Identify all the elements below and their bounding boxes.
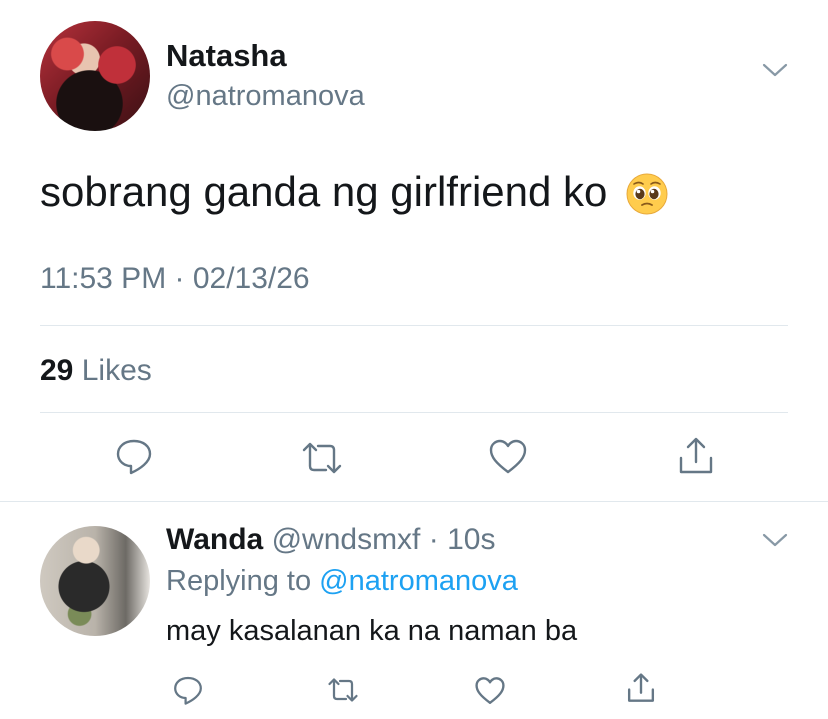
reply-author-avatar[interactable] [40, 526, 150, 636]
likes-number: 29 [40, 354, 74, 387]
divider [40, 325, 788, 326]
divider [40, 412, 788, 413]
replying-to-mention[interactable]: @natromanova [319, 565, 518, 597]
tweet-text-content: sobrang ganda ng girlfriend ko [40, 168, 608, 215]
reply-icon[interactable] [172, 674, 204, 711]
chevron-down-icon[interactable] [762, 530, 788, 550]
author-handle[interactable]: @natromanova [166, 80, 365, 113]
reply-author-name[interactable]: Wanda [166, 523, 263, 556]
like-icon[interactable] [488, 438, 528, 481]
author-avatar[interactable] [40, 21, 150, 131]
tweet-timestamp: 11:53 PM · 02/13/26 [40, 262, 310, 295]
tweet-text: sobrang ganda ng girlfriend ko [40, 168, 669, 216]
reply-header: Wanda @wndsmxf · 10s [166, 523, 495, 557]
share-icon[interactable] [626, 672, 656, 709]
replying-to-label: Replying to [166, 565, 312, 597]
retweet-icon[interactable] [326, 675, 360, 710]
likes-label: Likes [81, 354, 152, 387]
likes-count[interactable]: 29 Likes [40, 354, 152, 388]
share-icon[interactable] [677, 436, 715, 481]
author-name[interactable]: Natasha [166, 38, 287, 74]
pleading-face-emoji-icon [625, 172, 669, 216]
reply-author-handle[interactable]: @wndsmxf [272, 523, 421, 556]
like-icon[interactable] [474, 676, 506, 711]
replying-to: Replying to @natromanova [166, 565, 518, 598]
reply-separator: · [428, 523, 439, 556]
divider [0, 501, 828, 502]
retweet-icon[interactable] [300, 438, 344, 483]
reply-icon[interactable] [114, 436, 154, 481]
chevron-down-icon[interactable] [762, 60, 788, 80]
reply-time: 10s [447, 523, 496, 556]
reply-text: may kasalanan ka na naman ba [166, 615, 578, 647]
